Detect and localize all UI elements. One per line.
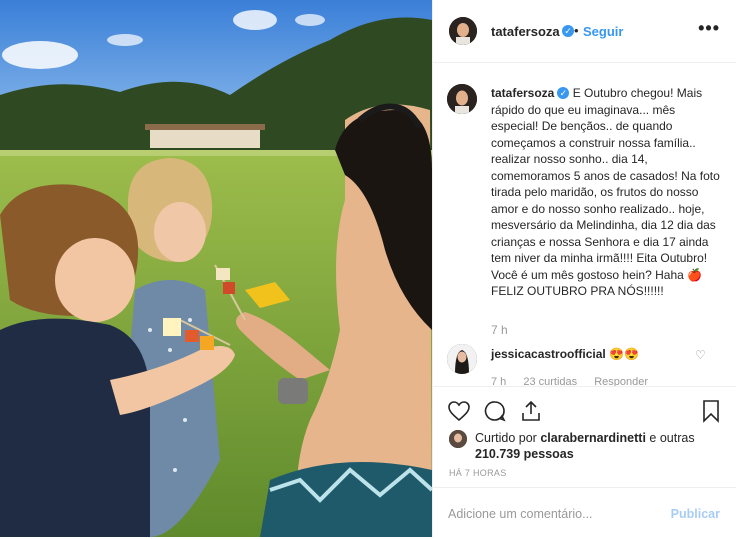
reply-button[interactable]: Responder — [594, 376, 648, 386]
verified-badge-icon: ✓ — [562, 25, 574, 37]
actions-section: Curtido por clarabernardinetti e outras … — [433, 386, 736, 538]
caption-text: E Outubro chegou! Mais rápido do que eu … — [491, 86, 720, 298]
comment-text: 😍😍 — [609, 347, 639, 361]
post-header: tatafersoza ✓ • Seguir ••• — [433, 0, 736, 63]
likes-prefix: Curtido por — [475, 431, 537, 445]
comment-like-heart-icon[interactable]: ♡ — [695, 348, 706, 362]
comment-time[interactable]: 7 h — [491, 376, 506, 386]
commenter-avatar[interactable] — [447, 344, 477, 374]
header-separator: • — [574, 23, 579, 38]
post-photo[interactable] — [0, 0, 432, 537]
caption-time[interactable]: 7 h — [491, 323, 508, 337]
heart-icon[interactable] — [447, 399, 471, 428]
comments-area[interactable]: tatafersoza ✓ E Outubro chegou! Mais rápi… — [433, 64, 736, 386]
share-icon-shape — [522, 400, 540, 421]
liker-username[interactable]: clarabernardinetti — [540, 431, 646, 445]
likes-count[interactable]: 210.739 pessoas — [475, 447, 574, 461]
avatar-image — [449, 430, 467, 448]
follow-button[interactable]: Seguir — [583, 24, 623, 39]
comment-username[interactable]: jessicacastroofficial — [491, 347, 606, 361]
publish-button[interactable]: Publicar — [671, 507, 720, 521]
author-avatar[interactable] — [449, 17, 477, 45]
add-comment-bar: Adicione um comentário... Publicar — [433, 487, 736, 539]
avatar-image — [447, 344, 477, 374]
caption-username[interactable]: tatafersoza — [491, 86, 554, 100]
avatar-image — [447, 84, 477, 114]
more-options-icon[interactable]: ••• — [698, 18, 720, 39]
comment-likes[interactable]: 23 curtidas — [523, 376, 577, 386]
share-icon[interactable] — [519, 399, 543, 428]
comment-icon-shape — [484, 401, 506, 422]
verified-badge-icon: ✓ — [557, 87, 570, 99]
comment-input[interactable]: Adicione um comentário... — [448, 507, 593, 521]
caption-avatar[interactable] — [447, 84, 477, 114]
bookmark-icon-shape — [703, 400, 719, 423]
photo-image — [0, 0, 432, 537]
post-caption: tatafersoza ✓ E Outubro chegou! Mais rápi… — [491, 85, 723, 300]
post-panel: tatafersoza ✓ • Seguir ••• tatafersoza ✓ … — [432, 0, 736, 537]
likes-summary: Curtido por clarabernardinetti e outras … — [475, 430, 725, 462]
heart-icon-shape — [448, 401, 470, 422]
comment-icon[interactable] — [483, 399, 507, 428]
post-time-ago[interactable]: HÁ 7 HORAS — [449, 468, 507, 478]
post-window: tatafersoza ✓ • Seguir ••• tatafersoza ✓ … — [0, 0, 736, 537]
bookmark-icon[interactable] — [700, 399, 722, 428]
comment-item: jessicacastroofficial 😍😍 — [491, 347, 639, 361]
liker-avatar[interactable] — [449, 430, 467, 448]
avatar-image — [449, 17, 477, 45]
author-username[interactable]: tatafersoza — [491, 24, 560, 39]
likes-middle: e outras — [649, 431, 695, 445]
comment-meta: 7 h 23 curtidas Responder — [491, 376, 662, 386]
